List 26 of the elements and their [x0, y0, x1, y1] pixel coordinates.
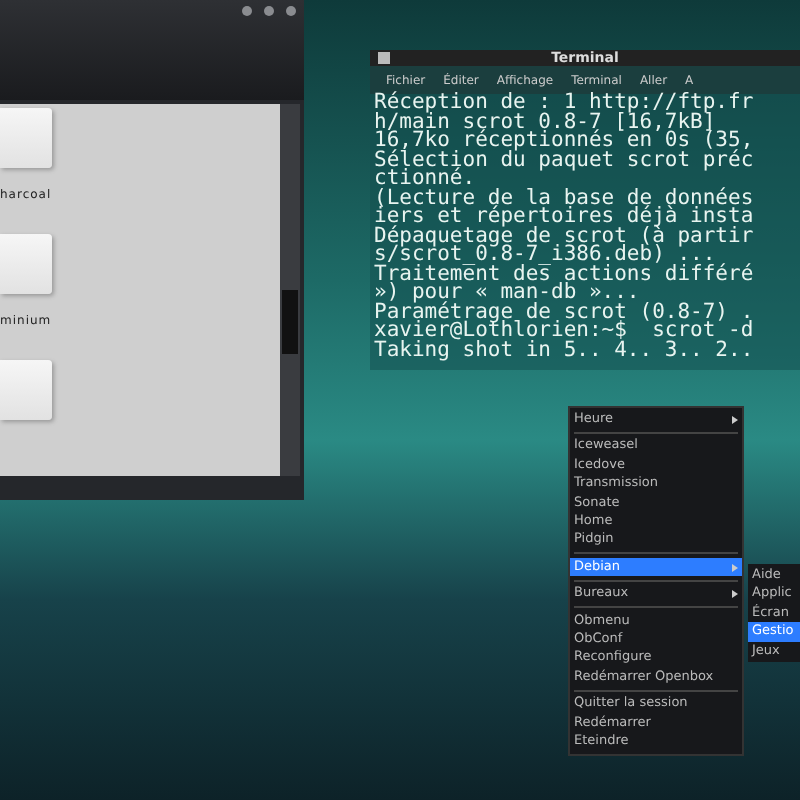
terminal-line: (Lecture de la base de données — [374, 189, 756, 208]
window-button-icon[interactable] — [242, 6, 252, 16]
folder-icon[interactable] — [0, 108, 52, 168]
terminal-line: Réception de : 1 http://ftp.fr — [374, 94, 756, 113]
terminal-line: 16,7ko réceptionnés en 0s (35, — [374, 132, 756, 151]
terminal-line: h/main scrot 0.8-7 [16,7kB] — [374, 113, 716, 132]
terminal-line: xavier@Lothlorien:~$ scrot -d — [374, 322, 756, 341]
submenu-arrow-icon — [732, 589, 738, 598]
terminal-line: Dépaquetage de scrot (à partir — [374, 227, 756, 246]
scrollbar-thumb[interactable] — [282, 290, 298, 354]
scrollbar[interactable] — [280, 104, 300, 476]
window-button-icon[interactable] — [286, 6, 296, 16]
terminal-line: iers et répertoires déjà insta — [374, 208, 756, 227]
submenu-arrow-icon — [732, 415, 738, 424]
submenu-arrow-icon — [732, 563, 738, 572]
window-menu-icon[interactable] — [378, 52, 390, 64]
folder-icon[interactable] — [0, 360, 52, 420]
window-button-icon[interactable] — [264, 6, 274, 16]
terminal-line: Sélection du paquet scrot préc — [374, 151, 756, 170]
terminal-line: ») pour « man-db »... — [374, 284, 640, 303]
terminal-line: ctionné. — [374, 170, 476, 189]
terminal-line: Paramétrage de scrot (0.8-7) . — [374, 303, 756, 322]
terminal-line: Traitement des actions différé — [374, 265, 756, 284]
terminal-line: Taking shot in 5.. 4.. 3.. 2.. — [374, 341, 756, 360]
terminal-line: s/scrot_0.8-7_i386.deb) ... — [374, 246, 716, 265]
folder-icon[interactable] — [0, 234, 52, 294]
